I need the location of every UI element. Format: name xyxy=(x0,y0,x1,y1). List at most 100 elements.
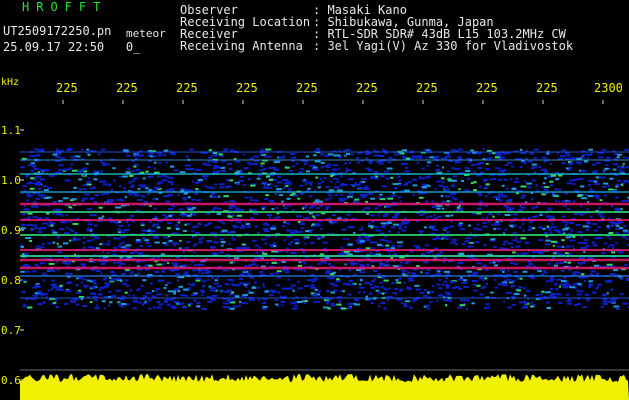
noise-speck xyxy=(598,206,601,209)
noise-speck xyxy=(450,214,454,217)
noise-speck xyxy=(70,300,76,303)
noise-speck xyxy=(289,153,296,155)
noise-speck xyxy=(531,163,537,166)
noise-speck xyxy=(519,165,523,168)
noise-speck xyxy=(298,171,304,174)
noise-speck xyxy=(131,179,136,182)
noise-speck xyxy=(219,186,225,189)
noise-speck xyxy=(559,262,564,265)
noise-speck xyxy=(611,251,616,254)
noise-speck xyxy=(391,244,396,247)
noise-speck xyxy=(619,293,624,296)
noise-speck xyxy=(108,290,112,293)
noise-speck xyxy=(434,156,439,159)
noise-speck xyxy=(66,226,69,229)
noise-speck xyxy=(451,167,455,170)
noise-speck xyxy=(588,148,593,151)
noise-speck xyxy=(566,200,571,203)
noise-speck xyxy=(615,224,620,227)
noise-speck xyxy=(562,215,566,218)
counter-value: 0 xyxy=(125,40,134,54)
noise-speck xyxy=(179,171,186,174)
noise-speck xyxy=(82,188,87,190)
noise-speck xyxy=(214,279,218,282)
noise-speck xyxy=(442,181,445,184)
noise-speck xyxy=(207,156,213,159)
noise-speck xyxy=(247,264,253,267)
noise-speck xyxy=(526,182,532,185)
noise-speck xyxy=(511,165,514,168)
noise-speck xyxy=(512,239,517,242)
noise-speck xyxy=(95,304,99,307)
noise-speck xyxy=(398,277,402,280)
noise-speck xyxy=(299,192,305,195)
noise-speck xyxy=(31,205,37,208)
noise-speck xyxy=(325,290,330,292)
noise-speck xyxy=(277,216,280,219)
noise-speck xyxy=(569,221,574,224)
noise-speck xyxy=(144,239,150,242)
noise-speck xyxy=(267,186,273,189)
noise-speck xyxy=(167,181,172,183)
noise-speck xyxy=(34,295,37,298)
noise-speck xyxy=(145,292,152,295)
noise-speck xyxy=(216,212,222,215)
noise-speck xyxy=(178,302,184,305)
noise-speck xyxy=(292,307,298,310)
noise-speck xyxy=(274,290,277,293)
noise-speck xyxy=(467,245,474,248)
noise-speck xyxy=(576,157,582,160)
noise-speck xyxy=(200,289,204,292)
noise-speck xyxy=(285,222,290,225)
noise-speck xyxy=(110,295,117,298)
noise-speck xyxy=(246,272,250,275)
noise-speck xyxy=(256,264,259,267)
noise-speck xyxy=(195,277,202,280)
noise-speck xyxy=(81,264,86,267)
noise-speck xyxy=(68,206,72,209)
noise-speck xyxy=(417,156,423,159)
noise-speck xyxy=(429,149,432,152)
noise-speck xyxy=(98,206,103,209)
noise-speck xyxy=(369,251,373,254)
noise-speck xyxy=(223,148,229,151)
noise-speck xyxy=(275,284,280,287)
noise-speck xyxy=(130,271,134,274)
noise-speck xyxy=(165,161,168,164)
noise-speck xyxy=(338,215,341,218)
noise-speck xyxy=(93,293,97,296)
noise-speck xyxy=(249,196,253,199)
noise-speck xyxy=(86,152,89,155)
noise-speck xyxy=(425,304,430,307)
noise-speck xyxy=(442,166,445,169)
noise-speck xyxy=(273,161,280,164)
noise-speck xyxy=(262,208,265,210)
noise-speck xyxy=(227,185,230,188)
noise-speck xyxy=(471,163,476,166)
noise-speck xyxy=(318,290,321,293)
noise-speck xyxy=(613,305,620,308)
noise-speck xyxy=(594,237,599,240)
noise-speck xyxy=(607,227,610,230)
noise-speck xyxy=(207,301,213,303)
noise-speck xyxy=(165,294,169,297)
noise-speck xyxy=(64,272,69,275)
noise-speck xyxy=(135,241,142,243)
noise-speck xyxy=(185,294,189,297)
noise-speck xyxy=(476,262,482,265)
noise-speck xyxy=(599,199,603,202)
noise-speck xyxy=(41,246,45,249)
level-fill xyxy=(20,374,629,400)
noise-speck xyxy=(397,227,403,230)
noise-speck xyxy=(515,177,519,180)
noise-speck xyxy=(517,277,520,280)
noise-speck xyxy=(35,245,42,248)
noise-speck xyxy=(204,269,208,272)
noise-speck xyxy=(382,263,389,266)
noise-speck xyxy=(430,227,436,230)
noise-speck xyxy=(577,195,582,197)
noise-speck xyxy=(496,227,502,230)
noise-speck xyxy=(562,221,566,223)
noise-speck xyxy=(427,161,432,164)
noise-speck xyxy=(70,156,76,159)
